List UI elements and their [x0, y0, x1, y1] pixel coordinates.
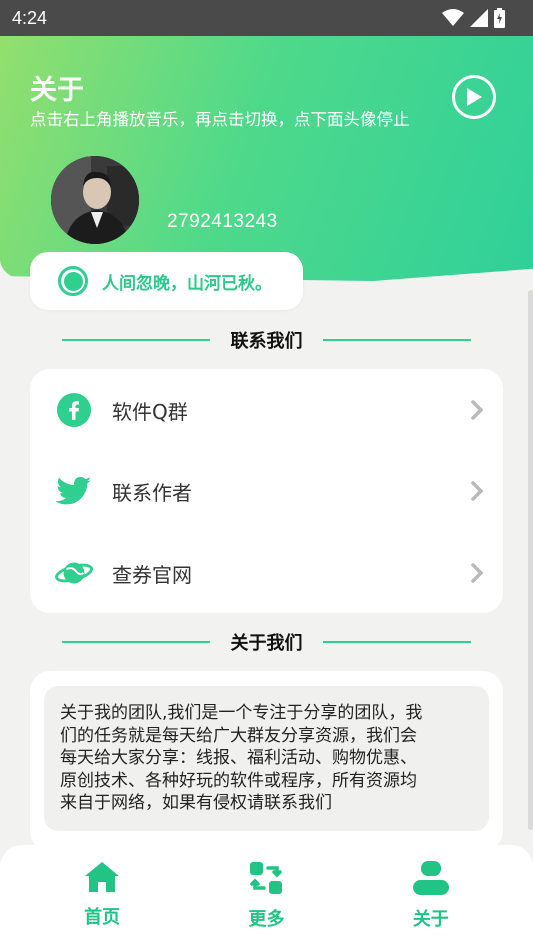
status-icons — [442, 8, 505, 28]
signal-icon — [470, 9, 488, 27]
motto-text: 人间忽晚，山河已秋。 — [102, 273, 272, 294]
facebook-icon — [55, 391, 93, 429]
divider — [323, 339, 471, 341]
nav-item-more[interactable]: 更多 — [206, 845, 326, 948]
home-icon — [85, 862, 120, 892]
nav-item-home[interactable]: 首页 — [42, 845, 162, 948]
contact-item-label: 软件Q群 — [112, 399, 188, 424]
about-description: 关于我的团队,我们是一个专注于分享的团队，我 们的任务就是每天给广大群友分享资源… — [44, 686, 489, 831]
chevron-right-icon — [471, 563, 483, 583]
about-card: 关于我的团队,我们是一个专注于分享的团队，我 们的任务就是每天给广大群友分享资源… — [30, 671, 503, 851]
contact-item-label: 联系作者 — [112, 480, 192, 505]
about-line: 原创技术、各种好玩的软件或程序，所有资源均 — [60, 770, 417, 791]
about-line: 每天给大家分享：线报、福利活动、购物优惠、 — [60, 748, 417, 768]
about-line: 来自于网络，如果有侵权请联系我们 — [60, 793, 332, 813]
page-title: 关于 — [30, 75, 84, 106]
radio-dot-icon — [58, 266, 88, 296]
about-section-header: 关于我们 — [62, 627, 471, 657]
play-music-button[interactable] — [452, 75, 496, 119]
about-line: 关于我的团队,我们是一个专注于分享的团队，我 — [60, 703, 423, 723]
motto-card: 人间忽晚，山河已秋。 — [30, 252, 303, 310]
avatar[interactable] — [51, 156, 139, 244]
status-bar: 4:24 — [0, 0, 533, 36]
divider — [62, 339, 210, 341]
nav-label: 首页 — [84, 907, 121, 928]
divider — [323, 641, 471, 643]
wifi-icon — [442, 9, 464, 26]
nav-label: 更多 — [248, 909, 285, 930]
contact-section-title: 联系我们 — [230, 331, 303, 352]
divider — [62, 641, 210, 643]
nav-label: 关于 — [412, 909, 449, 930]
about-section-title: 关于我们 — [230, 633, 303, 654]
nav-item-about[interactable]: 关于 — [371, 845, 491, 948]
battery-icon — [494, 8, 505, 28]
switch-icon — [250, 862, 283, 894]
contact-item-author[interactable]: 联系作者 — [30, 461, 503, 521]
scrollbar[interactable] — [528, 290, 533, 830]
header-subtitle: 点击右上角播放音乐，再点击切换，点下面头像停止 — [30, 110, 410, 129]
contact-item-website[interactable]: 查券官网 — [30, 543, 503, 603]
planet-icon — [55, 554, 93, 592]
contact-section-header: 联系我们 — [62, 325, 471, 355]
chevron-right-icon — [471, 481, 483, 501]
chevron-right-icon — [471, 400, 483, 420]
contact-item-label: 查券官网 — [112, 562, 192, 587]
user-icon — [412, 861, 449, 895]
qq-number: 2792413243 — [167, 211, 278, 232]
bottom-nav: 首页 更多 关于 — [0, 845, 533, 948]
avatar-image — [51, 156, 139, 244]
about-line: 们的任务就是每天给广大群友分享资源，我们会 — [60, 725, 417, 746]
play-icon — [467, 88, 482, 106]
status-time: 4:24 — [12, 7, 48, 28]
contact-item-qq-group[interactable]: 软件Q群 — [30, 380, 503, 440]
contact-card: 软件Q群 联系作者 查券官网 — [30, 369, 503, 613]
twitter-icon — [55, 472, 93, 510]
